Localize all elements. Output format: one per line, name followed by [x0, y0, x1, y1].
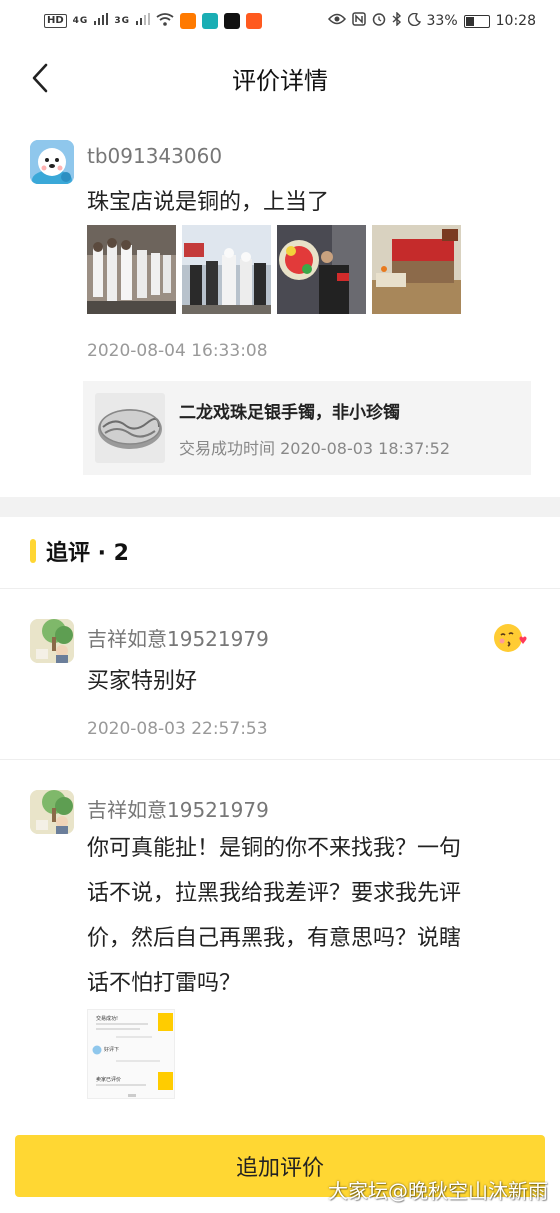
followup-text-line: 你可真能扯！是铜的你不来找我？一句 [87, 836, 462, 861]
app-notification-3-icon [245, 13, 262, 29]
alarm-icon [372, 12, 386, 30]
attachment-line-2: 好评下 [104, 1047, 120, 1053]
attachment-placeholder [116, 1060, 160, 1062]
product-name: 二龙戏珠足银手镯，非小珍镯 [179, 402, 400, 423]
status-left: HD 4G 3G [44, 12, 262, 30]
page-header: 评价详情 [0, 42, 560, 114]
battery-percent: 33% [426, 13, 458, 29]
nfc-icon [351, 12, 366, 30]
review-photo-3[interactable] [277, 225, 366, 314]
attachment-yellow-block [158, 1013, 173, 1031]
followup-title-text: 追评 · 2 [46, 541, 129, 566]
avatar[interactable] [30, 790, 74, 834]
followup-text-line: 价，然后自己再黑我，有意思吗？说瞎 [87, 926, 462, 951]
attachment-yellow-block [158, 1072, 173, 1090]
divider-line [0, 588, 560, 589]
signal-3g-icon: 3G [114, 16, 130, 26]
review-text: 珠宝店说是铜的，上当了 [87, 190, 330, 215]
reviewer-username: tb091343060 [87, 144, 223, 168]
followup-username: 吉祥如意19521979 [87, 798, 269, 822]
followup-attachment-image[interactable]: 交易成功! 好评下 卖家已评价 [87, 1009, 175, 1099]
review-photo-1[interactable] [87, 225, 176, 314]
app-notification-icon [179, 13, 196, 29]
section-divider [0, 497, 560, 517]
eye-icon [327, 13, 346, 29]
signal-4g-icon: 4G [72, 16, 89, 26]
followup-date: 2020-08-03 22:57:53 [87, 719, 268, 739]
page-title: 评价详情 [232, 66, 328, 95]
attachment-placeholder [128, 1094, 136, 1097]
bluetooth-icon [392, 11, 402, 30]
signal-bars-icon [94, 13, 109, 29]
followup-text-multiline: 你可真能扯！是铜的你不来找我？一句 话不说，拉黑我给我差评？要求我先评 价，然后… [87, 826, 527, 1006]
attachment-placeholder [96, 1023, 148, 1025]
moon-icon [407, 12, 421, 30]
attachment-line-3: 卖家已评价 [96, 1077, 122, 1083]
divider-line [0, 759, 560, 760]
attachment-placeholder [116, 1036, 152, 1038]
product-thumbnail [95, 393, 165, 463]
app-notification-2-icon [201, 13, 218, 29]
followup-text-line: 话不说，拉黑我给我差评？要求我先评 [87, 881, 462, 906]
tiktok-icon [223, 13, 240, 29]
attachment-placeholder [96, 1084, 146, 1086]
followup-section-title: 追评 · 2 [30, 535, 129, 567]
battery-icon [463, 14, 490, 28]
chevron-left-icon [32, 63, 48, 93]
review-photo-4[interactable] [372, 225, 461, 314]
product-card[interactable]: 二龙戏珠足银手镯，非小珍镯 交易成功时间 2020-08-03 18:37:52 [83, 381, 531, 475]
wifi-icon [156, 12, 174, 30]
review-photos [87, 225, 461, 314]
watermark-text: 大家坛@晚秋空山沐新雨 [328, 1179, 548, 1203]
back-button[interactable] [22, 58, 58, 98]
status-right: 33% 10:28 [327, 11, 536, 30]
clock-time: 10:28 [495, 13, 536, 29]
status-bar: HD 4G 3G 33% 10:28 [0, 0, 560, 42]
avatar[interactable] [30, 619, 74, 663]
kiss-emoji-icon[interactable] [493, 622, 527, 654]
followup-text-line: 话不怕打雷吗？ [87, 971, 242, 996]
trade-time: 交易成功时间 2020-08-03 18:37:52 [179, 438, 451, 458]
attachment-avatar-icon [92, 1045, 102, 1055]
signal-bars-2-icon [135, 13, 150, 29]
attachment-line-1: 交易成功! [96, 1016, 119, 1022]
followup-text: 买家特别好 [87, 669, 198, 694]
title-accent-bar [30, 539, 36, 563]
attachment-placeholder [96, 1028, 140, 1030]
hd-indicator: HD [44, 14, 67, 28]
followup-username: 吉祥如意19521979 [87, 627, 269, 651]
product-info: 二龙戏珠足银手镯，非小珍镯 交易成功时间 2020-08-03 18:37:52 [179, 398, 450, 459]
review-date: 2020-08-04 16:33:08 [87, 341, 268, 361]
review-photo-2[interactable] [182, 225, 271, 314]
avatar[interactable] [30, 140, 74, 184]
